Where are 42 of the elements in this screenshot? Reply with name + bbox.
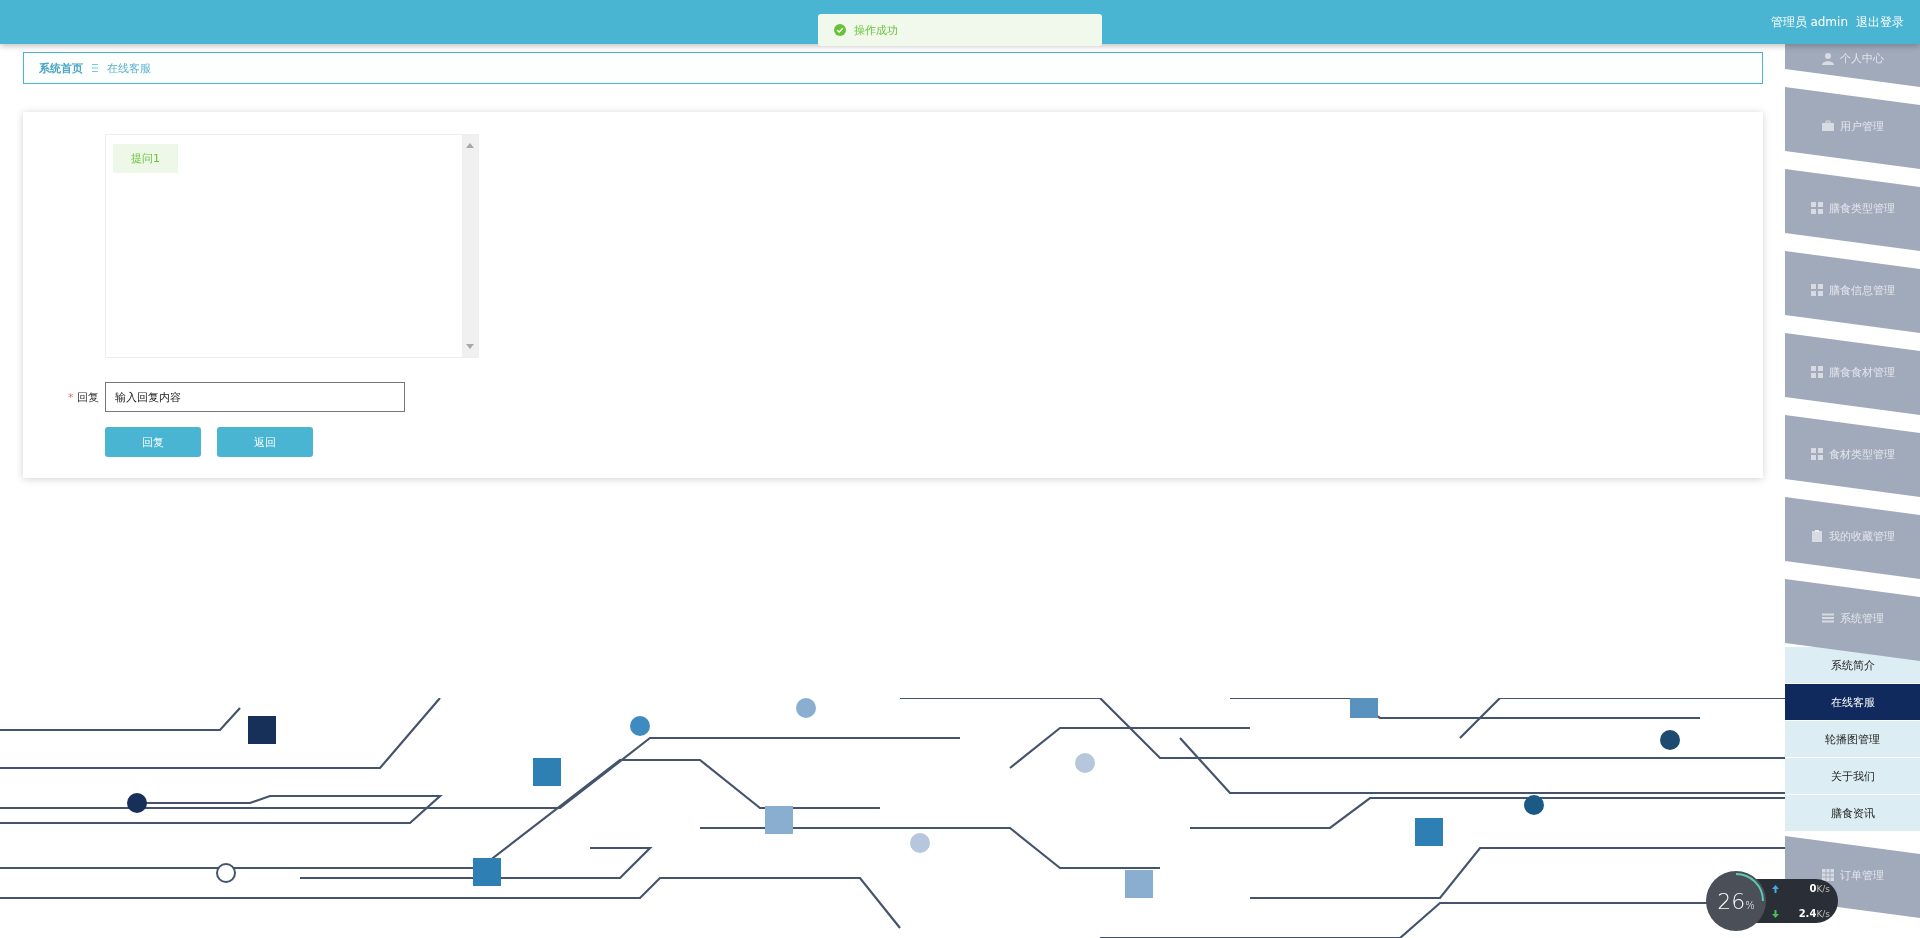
scroll-down-icon[interactable] (466, 344, 474, 349)
menu-icon (1821, 613, 1834, 623)
scroll-up-icon[interactable] (466, 143, 474, 148)
cpu-gauge: 26% (1706, 871, 1766, 931)
sidebar-item[interactable]: 系统管理 (1785, 579, 1920, 661)
download-speed: 2.4K/s (1798, 908, 1830, 919)
clipboard-icon (1810, 530, 1823, 542)
sidebar-item[interactable]: 食材类型管理 (1785, 415, 1920, 497)
admin-label: 管理员 admin (1770, 13, 1848, 31)
download-arrow-icon (1772, 909, 1779, 918)
submenu-item[interactable]: 在线客服 (1785, 684, 1920, 721)
submenu-item[interactable]: 关于我们 (1785, 758, 1920, 795)
message-bubble: 提问1 (113, 144, 178, 173)
breadcrumb-link[interactable]: 系统首页 (39, 60, 83, 76)
grid-icon (1810, 284, 1823, 296)
table-icon (1821, 869, 1834, 881)
briefcase-icon (1821, 120, 1834, 132)
toast-message: 操作成功 (854, 22, 898, 38)
person-icon (1821, 52, 1834, 65)
upload-speed: 0K/s (1809, 883, 1830, 894)
sidebar-item[interactable]: 个人中心 (1785, 44, 1920, 87)
sidebar-item[interactable]: 膳食食材管理 (1785, 333, 1920, 415)
upload-arrow-icon (1772, 884, 1779, 893)
grid-icon (1810, 366, 1823, 378)
logout-link[interactable]: 退出登录 (1856, 13, 1904, 31)
submenu-item[interactable]: 轮播图管理 (1785, 721, 1920, 758)
scrollbar[interactable] (462, 135, 478, 357)
sidebar-item[interactable]: 我的收藏管理 (1785, 497, 1920, 579)
sidebar-item[interactable]: 膳食信息管理 (1785, 251, 1920, 333)
reply-label: 回复 (77, 390, 99, 404)
check-icon (834, 24, 846, 36)
submenu-item[interactable]: 膳食资讯 (1785, 795, 1920, 832)
action-button[interactable]: 返回 (217, 427, 313, 457)
action-button[interactable]: 回复 (105, 427, 201, 457)
required-mark: * (68, 390, 74, 404)
grid-icon (1810, 202, 1823, 214)
reply-input[interactable]: 输入回复内容 (105, 382, 405, 412)
grid-icon (1810, 448, 1823, 460)
separator-icon (91, 63, 99, 73)
breadcrumb-link[interactable]: 在线客服 (107, 60, 151, 76)
sidebar-item[interactable]: 用户管理 (1785, 87, 1920, 169)
sidebar-item[interactable]: 膳食类型管理 (1785, 169, 1920, 251)
